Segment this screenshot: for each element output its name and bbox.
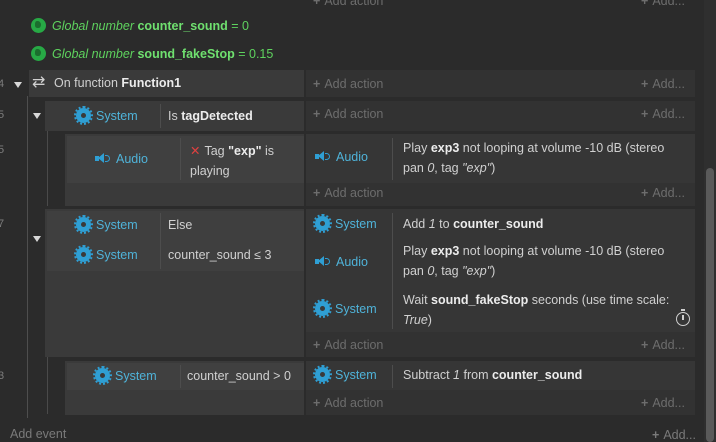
speaker-icon (315, 150, 331, 163)
condition-else[interactable]: Else (168, 215, 192, 236)
add-action-link[interactable]: + Add action (313, 396, 383, 410)
add-more-link[interactable]: + Add... (641, 396, 685, 410)
add-action-link[interactable]: + Add action (313, 338, 383, 352)
action-object-audio[interactable]: Audio (315, 147, 368, 168)
tree-line (47, 126, 48, 206)
invert-x-icon: ✕ (190, 144, 201, 158)
event-gutter: 4 5 5 7 3 (0, 0, 41, 442)
speaker-icon (315, 255, 331, 268)
divider (180, 365, 181, 388)
divider (160, 104, 161, 128)
gear-icon (313, 365, 332, 384)
globe-icon (31, 46, 46, 61)
timer-icon (676, 309, 690, 326)
action-play-exp3[interactable]: Play exp3 not looping at volume -10 dB (… (403, 138, 693, 178)
gear-icon (74, 106, 93, 125)
line-number: 7 (0, 218, 5, 230)
add-event-link[interactable]: Add event (10, 427, 66, 441)
function-title: On function Function1 (32, 72, 181, 94)
speaker-icon (95, 152, 111, 165)
add-action-link[interactable]: + Add action (313, 186, 383, 200)
action-wait[interactable]: Wait sound_fakeStop seconds (use time sc… (403, 290, 673, 330)
add-more-link[interactable]: + Add... (641, 77, 685, 91)
action-play-exp3[interactable]: Play exp3 not looping at volume -10 dB (… (403, 241, 693, 281)
scrollbar-thumb[interactable] (706, 168, 714, 442)
add-action-link[interactable]: + Add action (313, 0, 383, 8)
gear-icon (74, 245, 93, 264)
line-number: 3 (0, 370, 5, 382)
add-more-link[interactable]: + Add... (641, 107, 685, 121)
add-action-link[interactable]: + Add action (313, 77, 383, 91)
add-more-link[interactable]: + Add... (641, 0, 685, 8)
gear-icon (93, 366, 112, 385)
condition-object-system[interactable]: System (93, 366, 157, 387)
divider (180, 138, 181, 180)
add-more-link[interactable]: + Add... (652, 428, 696, 442)
line-number: 5 (0, 144, 5, 156)
add-action-link[interactable]: + Add action (313, 107, 383, 121)
condition-tag-playing[interactable]: ✕ Tag "exp" is playing (190, 141, 300, 181)
tree-line (27, 96, 28, 418)
divider (392, 365, 393, 388)
action-object-system[interactable]: System (313, 299, 377, 320)
gear-icon (313, 299, 332, 318)
action-object-system[interactable]: System (313, 365, 377, 386)
collapse-arrow-icon[interactable] (14, 82, 22, 88)
divider (392, 138, 393, 180)
divider (160, 213, 161, 269)
collapse-arrow-icon[interactable] (33, 236, 41, 242)
line-number: 4 (0, 78, 5, 90)
gear-icon (313, 214, 332, 233)
condition-is-tagdetected[interactable]: Is tagDetected (168, 106, 253, 127)
action-subtract-from-counter-sound[interactable]: Subtract 1 from counter_sound (403, 365, 582, 386)
condition-object-system[interactable]: System (74, 215, 138, 236)
global-variable-counter-sound[interactable]: Global number counter_sound = 0 (31, 16, 249, 37)
divider (392, 213, 393, 329)
condition-counter-sound-gt-0[interactable]: counter_sound > 0 (187, 366, 291, 387)
condition-object-audio[interactable]: Audio (95, 149, 148, 170)
gear-icon (74, 215, 93, 234)
condition-object-system[interactable]: System (74, 106, 138, 127)
action-object-system[interactable]: System (313, 214, 377, 235)
action-object-audio[interactable]: Audio (315, 252, 368, 273)
collapse-arrow-icon[interactable] (33, 113, 41, 119)
line-number: 5 (0, 109, 5, 121)
add-more-link[interactable]: + Add... (641, 338, 685, 352)
global-variable-sound-fakestop[interactable]: Global number sound_fakeStop = 0.15 (31, 44, 273, 65)
add-more-link[interactable]: + Add... (641, 186, 685, 200)
condition-object-system[interactable]: System (74, 245, 138, 266)
action-add-to-counter-sound[interactable]: Add 1 to counter_sound (403, 214, 543, 235)
loop-icon (32, 72, 48, 93)
condition-counter-sound-le-3[interactable]: counter_sound ≤ 3 (168, 245, 271, 266)
globe-icon (31, 18, 46, 33)
